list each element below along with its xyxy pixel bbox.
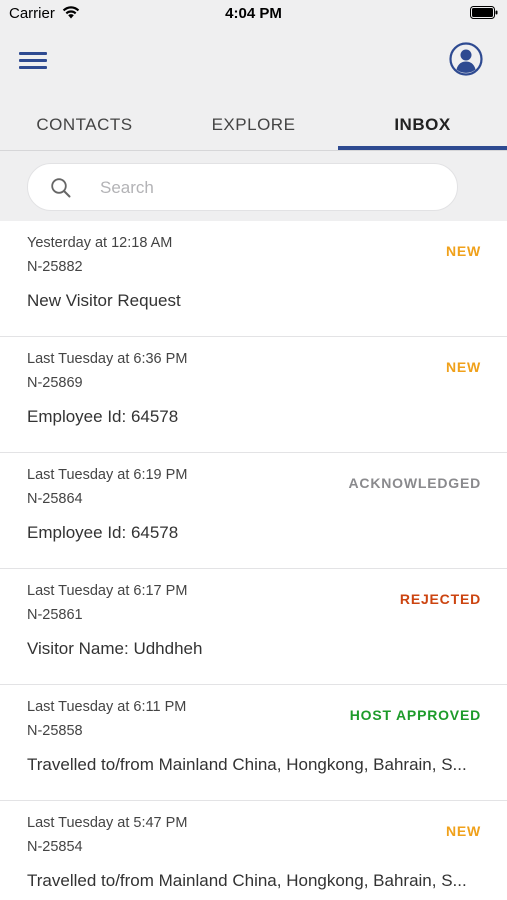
tab-label: INBOX <box>394 115 451 134</box>
item-title: Employee Id: 64578 <box>27 523 179 542</box>
item-title: Travelled to/from Mainland China, Hongko… <box>27 871 467 890</box>
status-badge: NEW <box>445 359 481 375</box>
search-icon <box>51 178 71 198</box>
hamburger-line <box>19 59 47 62</box>
inbox-item[interactable]: Last Tuesday at 5:47 PM N-25854 Travelle… <box>0 801 507 900</box>
item-title: Employee Id: 64578 <box>27 407 179 426</box>
status-badge: REJECTED <box>399 591 481 607</box>
item-timestamp: Last Tuesday at 6:11 PM <box>27 699 187 715</box>
inbox-item[interactable]: Last Tuesday at 6:36 PM N-25869 Employee… <box>0 337 507 453</box>
item-title: Travelled to/from Mainland China, Hongko… <box>27 755 467 774</box>
inbox-item[interactable]: Last Tuesday at 6:11 PM N-25858 Travelle… <box>0 685 507 801</box>
tab-label: CONTACTS <box>36 115 133 134</box>
item-reference: N-25869 <box>27 375 83 391</box>
item-timestamp: Last Tuesday at 6:36 PM <box>27 351 188 367</box>
search-area <box>0 151 507 221</box>
search-input[interactable] <box>100 172 440 204</box>
inbox-list: Yesterday at 12:18 AM N-25882 New Visito… <box>0 221 507 900</box>
item-reference: N-25864 <box>27 491 83 507</box>
user-profile-icon[interactable] <box>449 42 483 76</box>
tab-inbox[interactable]: INBOX <box>338 100 507 150</box>
item-reference: N-25882 <box>27 259 83 275</box>
status-badge: HOST APPROVED <box>349 707 481 723</box>
tab-bar: CONTACTS EXPLORE INBOX <box>0 100 507 150</box>
tab-contacts[interactable]: CONTACTS <box>0 100 169 150</box>
item-timestamp: Last Tuesday at 5:47 PM <box>27 815 188 831</box>
status-badge: ACKNOWLEDGED <box>348 475 481 491</box>
item-title: New Visitor Request <box>27 291 181 310</box>
hamburger-menu-icon <box>19 52 47 55</box>
item-reference: N-25858 <box>27 723 83 739</box>
search-box[interactable] <box>27 163 458 211</box>
app-header: CONTACTS EXPLORE INBOX <box>0 28 507 150</box>
inbox-item[interactable]: Last Tuesday at 6:17 PM N-25861 Visitor … <box>0 569 507 685</box>
status-time: 4:04 PM <box>225 5 282 22</box>
item-timestamp: Last Tuesday at 6:17 PM <box>27 583 188 599</box>
item-timestamp: Last Tuesday at 6:19 PM <box>27 467 188 483</box>
hamburger-line <box>19 66 47 69</box>
battery-icon <box>470 6 498 19</box>
item-reference: N-25854 <box>27 839 83 855</box>
inbox-item[interactable]: Yesterday at 12:18 AM N-25882 New Visito… <box>0 221 507 337</box>
inbox-item[interactable]: Last Tuesday at 6:19 PM N-25864 Employee… <box>0 453 507 569</box>
menu-button[interactable] <box>14 44 52 76</box>
status-bar: Carrier 4:04 PM <box>0 0 507 28</box>
item-title: Visitor Name: Udhdheh <box>27 639 203 658</box>
item-reference: N-25861 <box>27 607 83 623</box>
status-badge: NEW <box>445 243 481 259</box>
tab-explore[interactable]: EXPLORE <box>169 100 338 150</box>
tab-label: EXPLORE <box>211 115 296 134</box>
item-timestamp: Yesterday at 12:18 AM <box>27 235 173 251</box>
status-badge: NEW <box>445 823 481 839</box>
